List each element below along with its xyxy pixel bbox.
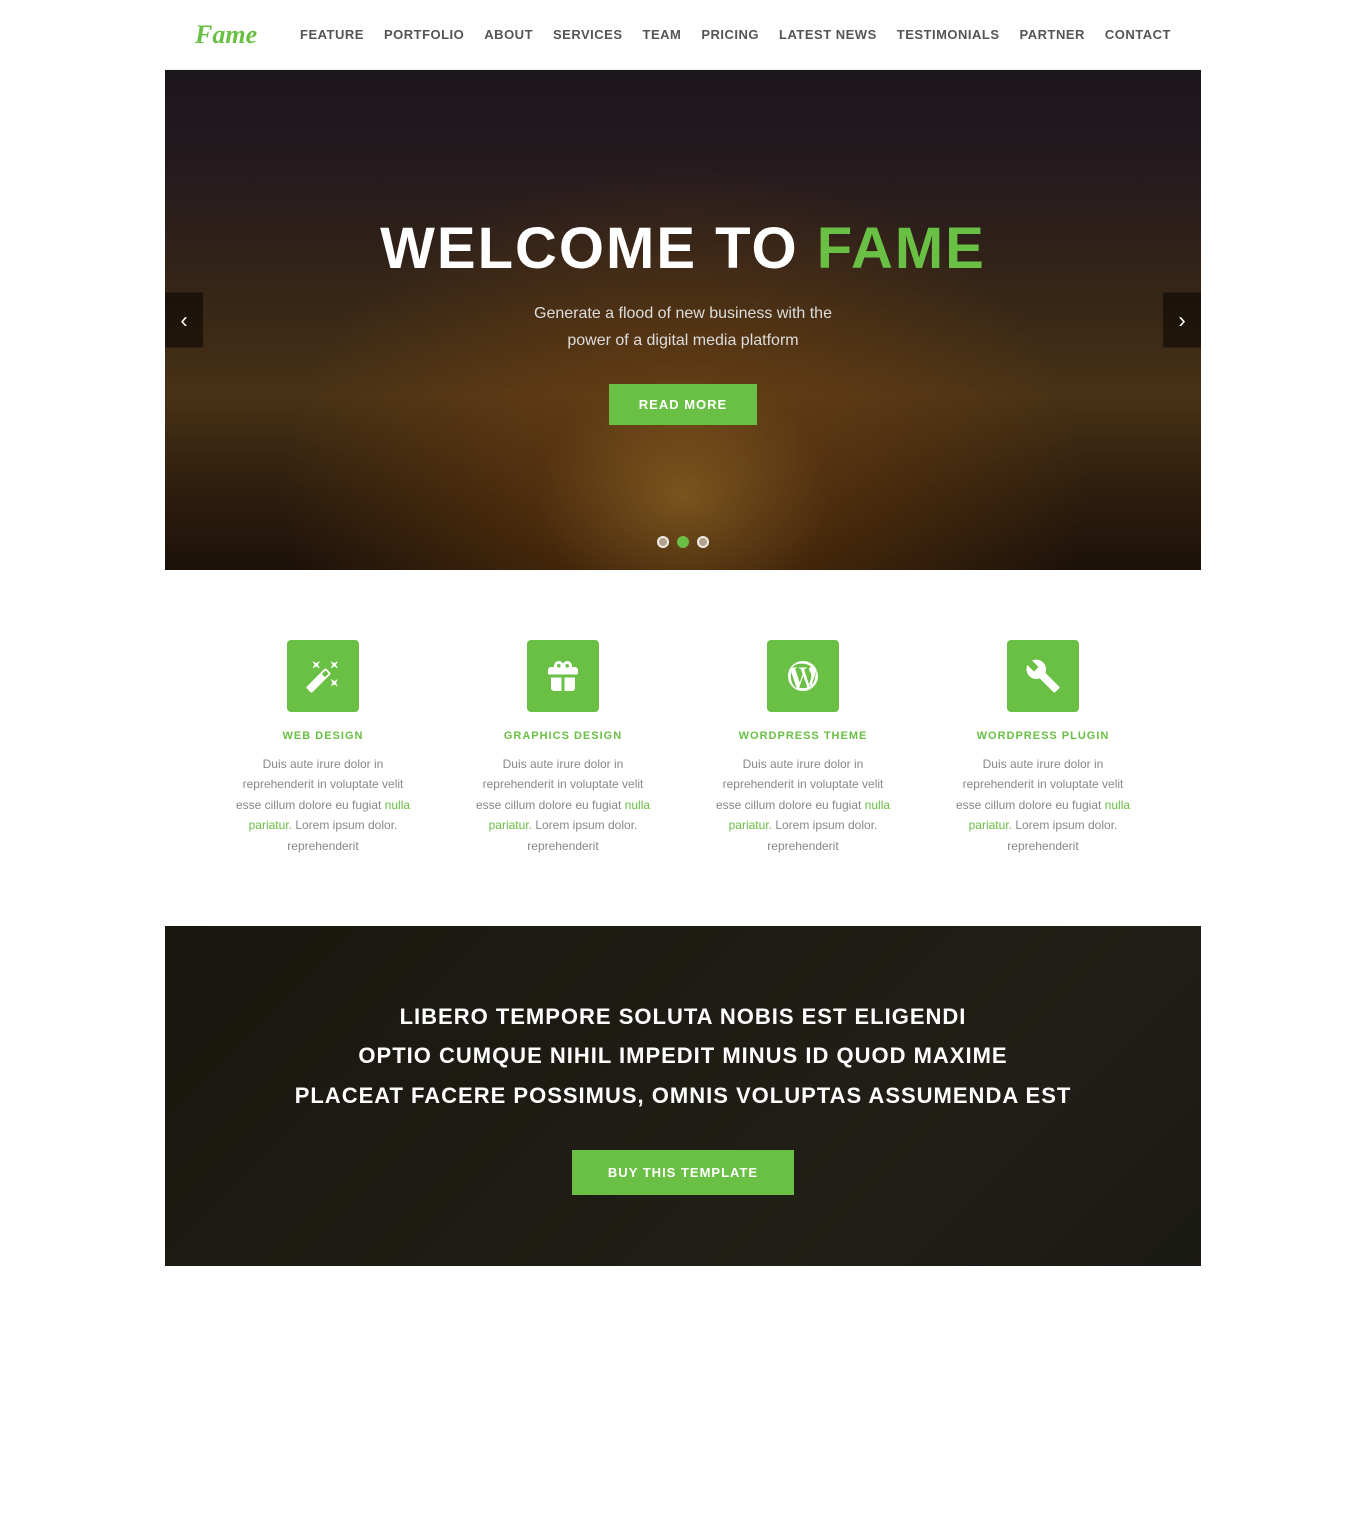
feature-title-0: WEB DESIGN bbox=[233, 730, 413, 742]
hero-subtitle-line2: power of a digital media platform bbox=[567, 332, 798, 349]
nav-link-team[interactable]: TEAM bbox=[643, 27, 682, 42]
feature-item-2: WORDPRESS THEME Duis aute irure dolor in… bbox=[713, 640, 893, 856]
hero-dot-1[interactable] bbox=[677, 536, 689, 548]
site-logo[interactable]: Fame bbox=[195, 20, 257, 50]
hero-section: ‹ WELCOME TO FAME Generate a flood of ne… bbox=[165, 70, 1201, 570]
feature-desc-1: Duis aute irure dolor in reprehenderit i… bbox=[473, 754, 653, 856]
nav-link-latest-news[interactable]: LATEST NEWS bbox=[779, 27, 877, 42]
feature-item-1: GRAPHICS DESIGN Duis aute irure dolor in… bbox=[473, 640, 653, 856]
gift-icon bbox=[527, 640, 599, 712]
cta-button[interactable]: BUY THIS TEMPLATE bbox=[572, 1150, 794, 1195]
cta-line1: LIBERO TEMPORE SOLUTA NOBIS EST ELIGENDI bbox=[295, 997, 1072, 1037]
wordpress-icon bbox=[767, 640, 839, 712]
nav-link-contact[interactable]: CONTACT bbox=[1105, 27, 1171, 42]
nav-link-services[interactable]: SERVICES bbox=[553, 27, 623, 42]
hero-prev-button[interactable]: ‹ bbox=[165, 293, 203, 348]
nav-link-about[interactable]: ABOUT bbox=[484, 27, 533, 42]
hero-subtitle: Generate a flood of new business with th… bbox=[380, 300, 986, 354]
cta-section: LIBERO TEMPORE SOLUTA NOBIS EST ELIGENDI… bbox=[165, 926, 1201, 1266]
hero-dot-0[interactable] bbox=[657, 536, 669, 548]
nav-link-partner[interactable]: PARTNER bbox=[1020, 27, 1085, 42]
feature-desc-0: Duis aute irure dolor in reprehenderit i… bbox=[233, 754, 413, 856]
nav-link-pricing[interactable]: PRICING bbox=[701, 27, 759, 42]
hero-title-brand: FAME bbox=[817, 216, 986, 281]
hero-title-prefix: WELCOME TO bbox=[380, 216, 817, 281]
wand-icon bbox=[287, 640, 359, 712]
wrench-icon bbox=[1007, 640, 1079, 712]
hero-subtitle-line1: Generate a flood of new business with th… bbox=[534, 305, 832, 322]
feature-desc-2: Duis aute irure dolor in reprehenderit i… bbox=[713, 754, 893, 856]
hero-dots bbox=[657, 536, 709, 548]
nav-link-testimonials[interactable]: TESTIMONIALS bbox=[897, 27, 1000, 42]
navbar: Fame FEATURE PORTFOLIO ABOUT SERVICES TEAM PR… bbox=[165, 0, 1201, 70]
cta-line3: PLACEAT FACERE POSSIMUS, OMNIS VOLUPTAS … bbox=[295, 1076, 1072, 1116]
feature-desc-3: Duis aute irure dolor in reprehenderit i… bbox=[953, 754, 1133, 856]
cta-text: LIBERO TEMPORE SOLUTA NOBIS EST ELIGENDI… bbox=[295, 997, 1072, 1116]
hero-content: WELCOME TO FAME Generate a flood of new … bbox=[380, 215, 986, 425]
feature-title-3: WORDPRESS PLUGIN bbox=[953, 730, 1133, 742]
hero-next-button[interactable]: › bbox=[1163, 293, 1201, 348]
hero-dot-2[interactable] bbox=[697, 536, 709, 548]
feature-title-2: WORDPRESS THEME bbox=[713, 730, 893, 742]
feature-title-1: GRAPHICS DESIGN bbox=[473, 730, 653, 742]
nav-link-portfolio[interactable]: PORTFOLIO bbox=[384, 27, 464, 42]
hero-cta-button[interactable]: READ MORE bbox=[609, 384, 757, 425]
hero-title: WELCOME TO FAME bbox=[380, 215, 986, 282]
feature-item-0: WEB DESIGN Duis aute irure dolor in repr… bbox=[233, 640, 413, 856]
nav-links: FEATURE PORTFOLIO ABOUT SERVICES TEAM PRICING… bbox=[300, 26, 1171, 44]
nav-link-feature[interactable]: FEATURE bbox=[300, 27, 364, 42]
cta-line2: OPTIO CUMQUE NIHIL IMPEDIT MINUS ID QUOD… bbox=[295, 1036, 1072, 1076]
features-section: WEB DESIGN Duis aute irure dolor in repr… bbox=[165, 570, 1201, 926]
feature-item-3: WORDPRESS PLUGIN Duis aute irure dolor i… bbox=[953, 640, 1133, 856]
